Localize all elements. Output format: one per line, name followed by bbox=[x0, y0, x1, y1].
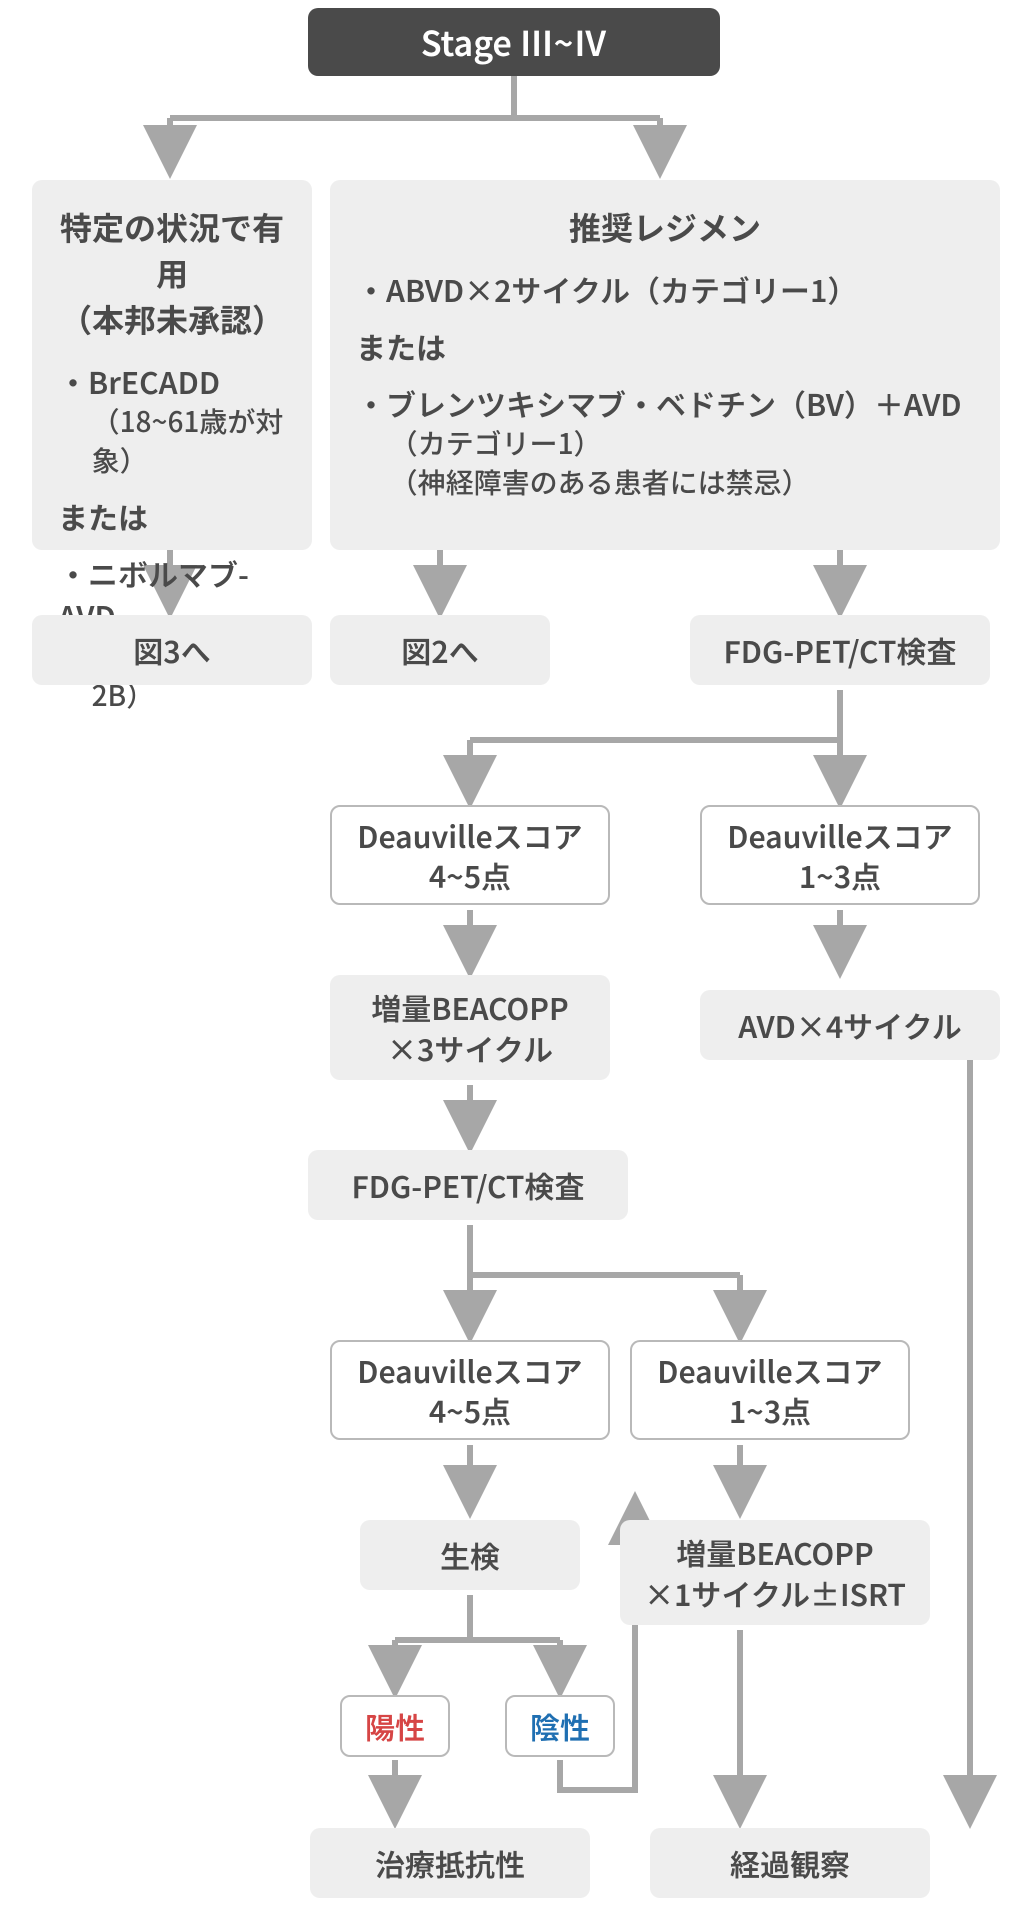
node-pet1-label: FDG-PET/CT検査 bbox=[724, 630, 957, 671]
node-negative: 陰性 bbox=[505, 1695, 615, 1757]
node-deauville-13-b: Deauvilleスコア 1~3点 bbox=[630, 1340, 910, 1440]
panel-special-situations: 特定の状況で有用 （本邦未承認） ・BrECADD （18~61歳が対象） また… bbox=[32, 180, 312, 550]
node-beacopp1-l2: ×1サイクル±ISRT bbox=[644, 1571, 906, 1615]
panel-special-title-l2: （本邦未承認） bbox=[60, 296, 284, 342]
node-followup: 経過観察 bbox=[650, 1828, 930, 1898]
flowchart-canvas: Stage Ⅲ~Ⅳ 特定の状況で有用 （本邦未承認） ・BrECADD （18~… bbox=[0, 0, 1029, 1911]
node-deauville-45-a-l1: Deauvilleスコア bbox=[357, 813, 582, 857]
item-brecadd-label: ・BrECADD bbox=[58, 359, 220, 403]
node-deauville-45-b-l1: Deauvilleスコア bbox=[357, 1348, 582, 1392]
node-to-fig3-label: 図3へ bbox=[133, 630, 210, 671]
node-deauville-45-a-l2: 4~5点 bbox=[429, 853, 511, 897]
item-brecadd-sub: （18~61歳が対象） bbox=[92, 402, 286, 480]
node-deauville-13-a-l1: Deauvilleスコア bbox=[727, 813, 952, 857]
node-beacopp1-l1: 増量BEACOPP bbox=[676, 1530, 874, 1574]
node-deauville-13-b-l1: Deauvilleスコア bbox=[657, 1348, 882, 1392]
panel-recommended-list: ・ABVD×2サイクル（カテゴリー1） bbox=[356, 268, 974, 310]
item-bv-avd-label: ・ブレンツキシマブ・ベドチン（BV）＋AVD bbox=[356, 381, 962, 425]
item-brecadd: ・BrECADD （18~61歳が対象） bbox=[58, 360, 286, 480]
node-to-fig2-label: 図2へ bbox=[401, 630, 478, 671]
panel-recommended-list2: ・ブレンツキシマブ・ベドチン（BV）＋AVD （カテゴリー1） （神経障害のある… bbox=[356, 382, 974, 502]
panel-special-title-l1: 特定の状況で有用 bbox=[60, 204, 284, 296]
node-positive-label: 陽性 bbox=[365, 1706, 425, 1747]
root-stage-label: Stage Ⅲ~Ⅳ bbox=[421, 19, 608, 65]
panel-special-or: または bbox=[58, 494, 286, 538]
panel-recommended-or: または bbox=[356, 324, 974, 368]
node-beacopp3-l1: 増量BEACOPP bbox=[371, 985, 569, 1029]
node-deauville-13-a-l2: 1~3点 bbox=[799, 853, 881, 897]
node-deauville-45-b: Deauvilleスコア 4~5点 bbox=[330, 1340, 610, 1440]
node-deauville-13-b-l2: 1~3点 bbox=[729, 1388, 811, 1432]
node-refractory-label: 治療抵抗性 bbox=[375, 1843, 525, 1884]
node-followup-label: 経過観察 bbox=[730, 1843, 850, 1884]
node-pet2-label: FDG-PET/CT検査 bbox=[352, 1165, 585, 1206]
root-stage: Stage Ⅲ~Ⅳ bbox=[308, 8, 720, 76]
node-beacopp3: 増量BEACOPP ×3サイクル bbox=[330, 975, 610, 1080]
item-bv-avd: ・ブレンツキシマブ・ベドチン（BV）＋AVD （カテゴリー1） （神経障害のある… bbox=[356, 382, 974, 502]
panel-recommended-title: 推奨レジメン bbox=[356, 204, 974, 250]
node-deauville-13-a: Deauvilleスコア 1~3点 bbox=[700, 805, 980, 905]
node-pet1: FDG-PET/CT検査 bbox=[690, 615, 990, 685]
panel-recommended-regimen: 推奨レジメン ・ABVD×2サイクル（カテゴリー1） または ・ブレンツキシマブ… bbox=[330, 180, 1000, 550]
item-bv-avd-sub1: （カテゴリー1） bbox=[390, 424, 974, 463]
node-avd4-label: AVD×4サイクル bbox=[738, 1005, 962, 1046]
node-avd4: AVD×4サイクル bbox=[700, 990, 1000, 1060]
node-pet2: FDG-PET/CT検査 bbox=[308, 1150, 628, 1220]
node-deauville-45-a: Deauvilleスコア 4~5点 bbox=[330, 805, 610, 905]
panel-special-list: ・BrECADD （18~61歳が対象） bbox=[58, 360, 286, 480]
node-biopsy: 生検 bbox=[360, 1520, 580, 1590]
node-to-fig3: 図3へ bbox=[32, 615, 312, 685]
node-deauville-45-b-l2: 4~5点 bbox=[429, 1388, 511, 1432]
item-abvd2: ・ABVD×2サイクル（カテゴリー1） bbox=[356, 268, 974, 310]
node-beacopp3-l2: ×3サイクル bbox=[387, 1026, 553, 1070]
node-negative-label: 陰性 bbox=[530, 1706, 590, 1747]
node-biopsy-label: 生検 bbox=[440, 1535, 500, 1576]
panel-special-title: 特定の状況で有用 （本邦未承認） bbox=[58, 204, 286, 342]
item-bv-avd-sub2: （神経障害のある患者には禁忌） bbox=[390, 463, 974, 502]
node-refractory: 治療抵抗性 bbox=[310, 1828, 590, 1898]
node-positive: 陽性 bbox=[340, 1695, 450, 1757]
node-beacopp1: 増量BEACOPP ×1サイクル±ISRT bbox=[620, 1520, 930, 1625]
node-to-fig2: 図2へ bbox=[330, 615, 550, 685]
